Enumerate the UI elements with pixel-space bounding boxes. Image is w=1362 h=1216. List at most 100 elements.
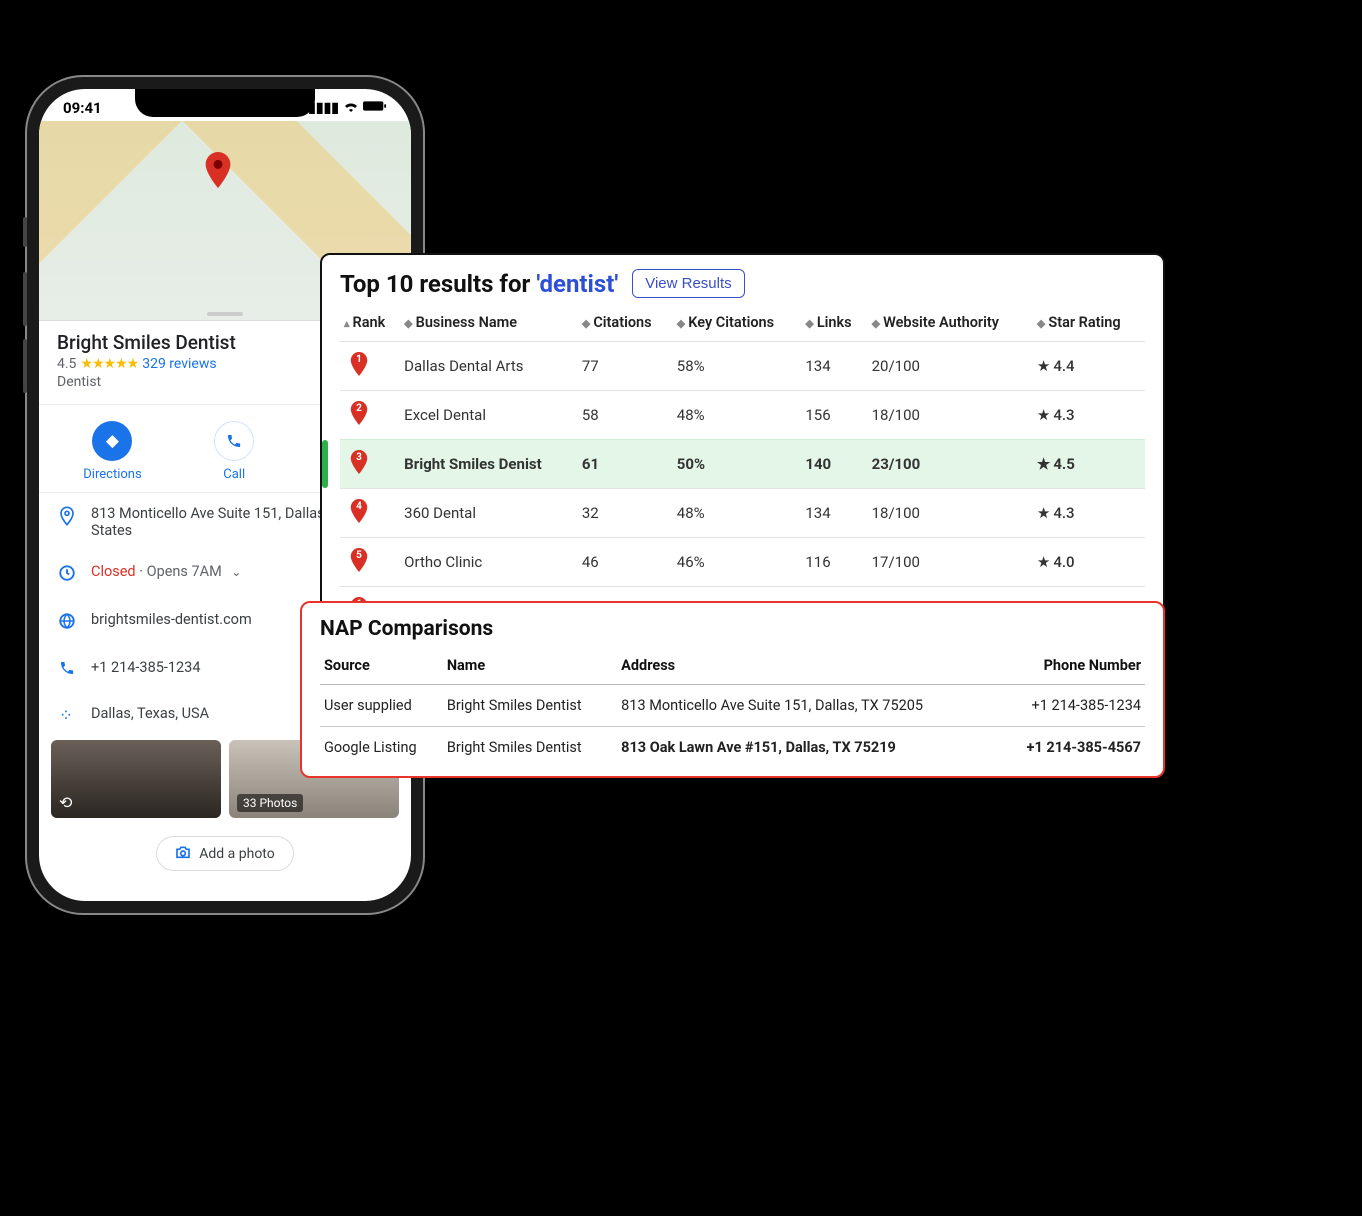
results-term: 'dentist' [536,270,618,298]
view-results-button[interactable]: View Results [632,269,744,298]
col-authority[interactable]: ◆Website Authority [868,308,1033,342]
cell-business: 360 Dental [400,489,578,538]
wifi-icon [343,100,359,116]
cell-business: Excel Dental [400,391,578,440]
col-rank[interactable]: ▴Rank [340,308,400,342]
cell-business: Ortho Clinic [400,538,578,587]
cell-citations: 32 [578,489,673,538]
photo-count: 33 Photos [237,794,303,812]
cell-citations: 61 [578,440,673,489]
photo-tile-streetview[interactable]: ⟲ [51,740,221,818]
results-title: Top 10 results for 'dentist' [340,270,618,298]
table-row[interactable]: 1 Dallas Dental Arts7758%13420/100★4.4 [340,342,1145,391]
cell-address: 813 Oak Lawn Ave #151, Dallas, TX 75219 [617,727,995,769]
globe-icon [57,612,77,635]
cell-links: 156 [801,391,867,440]
rank-pin-icon: 2 [350,401,368,425]
call-label: Call [223,467,245,482]
table-row[interactable]: 3Bright Smiles Denist6150%14023/100★4.5 [340,440,1145,489]
cell-links: 134 [801,342,867,391]
col-links[interactable]: ◆Links [801,308,867,342]
add-photo-button[interactable]: Add a photo [156,836,293,871]
col-citations[interactable]: ◆Citations [578,308,673,342]
cell-citations: 46 [578,538,673,587]
table-row[interactable]: 2Excel Dental5848%15618/100★4.3 [340,391,1145,440]
cell-phone: +1 214-385-4567 [995,727,1145,769]
cell-citations: 58 [578,391,673,440]
col-phone: Phone Number [995,651,1145,685]
cell-authority: 18/100 [868,489,1033,538]
results-header-row: ▴Rank ◆Business Name ◆Citations ◆Key Cit… [340,308,1145,342]
cell-key-citations: 58% [673,342,802,391]
rank-pin-icon: 3 [350,450,368,474]
battery-icon [363,100,387,116]
website-text: brightsmiles-dentist.com [91,611,252,628]
rank-pin-icon: 1 [350,352,368,376]
hours-text: Closed · Opens 7AM ⌄ [91,563,241,580]
nap-table: Source Name Address Phone Number User su… [320,651,1145,768]
phone-notch [135,89,315,117]
col-name: Name [443,651,617,685]
cell-key-citations: 48% [673,489,802,538]
reviews-link[interactable]: 329 reviews [142,356,216,372]
results-header: Top 10 results for 'dentist' View Result… [340,269,1145,298]
directions-label: Directions [83,467,141,482]
cell-name: Bright Smiles Dentist [443,685,617,727]
table-row[interactable]: 4360 Dental3248%13418/100★4.3 [340,489,1145,538]
nap-title: NAP Comparisons [320,617,1145,641]
status-time: 09:41 [63,99,102,117]
table-row[interactable]: 5Ortho Clinic4646%11617/100★4.0 [340,538,1145,587]
rank-pin-icon: 5 [350,548,368,572]
rank-pin-icon: 4 [350,499,368,523]
phone-number: +1 214-385-1234 [91,659,200,676]
cell-authority: 23/100 [868,440,1033,489]
col-business[interactable]: ◆Business Name [400,308,578,342]
status-icons: ▮▮▮▮ [308,100,387,116]
col-source: Source [320,651,443,685]
results-table: ▴Rank ◆Business Name ◆Citations ◆Key Cit… [340,308,1145,635]
col-address: Address [617,651,995,685]
chevron-down-icon: ⌄ [231,565,241,579]
cell-source: Google Listing [320,727,443,769]
col-star[interactable]: ◆Star Rating [1033,308,1145,342]
cell-authority: 17/100 [868,538,1033,587]
cell-links: 116 [801,538,867,587]
phone-side-button [23,272,27,326]
phone-icon [214,421,254,461]
col-key-citations[interactable]: ◆Key Citations [673,308,802,342]
directions-button[interactable]: ◆ Directions [83,421,141,482]
phone-side-button [23,339,27,393]
cell-name: Bright Smiles Dentist [443,727,617,769]
cell-business: Bright Smiles Denist [400,440,578,489]
cell-phone: +1 214-385-1234 [995,685,1145,727]
camera-icon [175,844,191,863]
cell-authority: 18/100 [868,391,1033,440]
nap-panel: NAP Comparisons Source Name Address Phon… [300,601,1165,778]
cell-links: 140 [801,440,867,489]
cell-star: ★4.4 [1033,342,1145,391]
sheet-handle[interactable] [207,312,243,316]
cell-citations: 77 [578,342,673,391]
cell-business: Dallas Dental Arts [400,342,578,391]
cell-star: ★4.5 [1033,440,1145,489]
stars-icon: ★★★★★ [80,356,138,372]
plus-code-icon: ⁘ [57,706,77,726]
cell-star: ★4.0 [1033,538,1145,587]
results-title-prefix: Top 10 results for [340,270,536,298]
phone-icon [57,660,77,681]
directions-icon: ◆ [92,421,132,461]
location-text: Dallas, Texas, USA [91,705,209,722]
results-panel: Top 10 results for 'dentist' View Result… [320,253,1165,641]
table-row: Google ListingBright Smiles Dentist813 O… [320,727,1145,769]
cell-links: 134 [801,489,867,538]
hours-status: Closed [91,563,136,580]
nap-header-row: Source Name Address Phone Number [320,651,1145,685]
call-button[interactable]: Call [214,421,254,482]
cell-authority: 20/100 [868,342,1033,391]
streetview-icon: ⟲ [59,793,72,812]
hours-next: Opens 7AM [147,563,222,580]
cell-star: ★4.3 [1033,391,1145,440]
table-row: User suppliedBright Smiles Dentist813 Mo… [320,685,1145,727]
clock-icon [57,564,77,587]
map-pin-icon [204,152,232,197]
